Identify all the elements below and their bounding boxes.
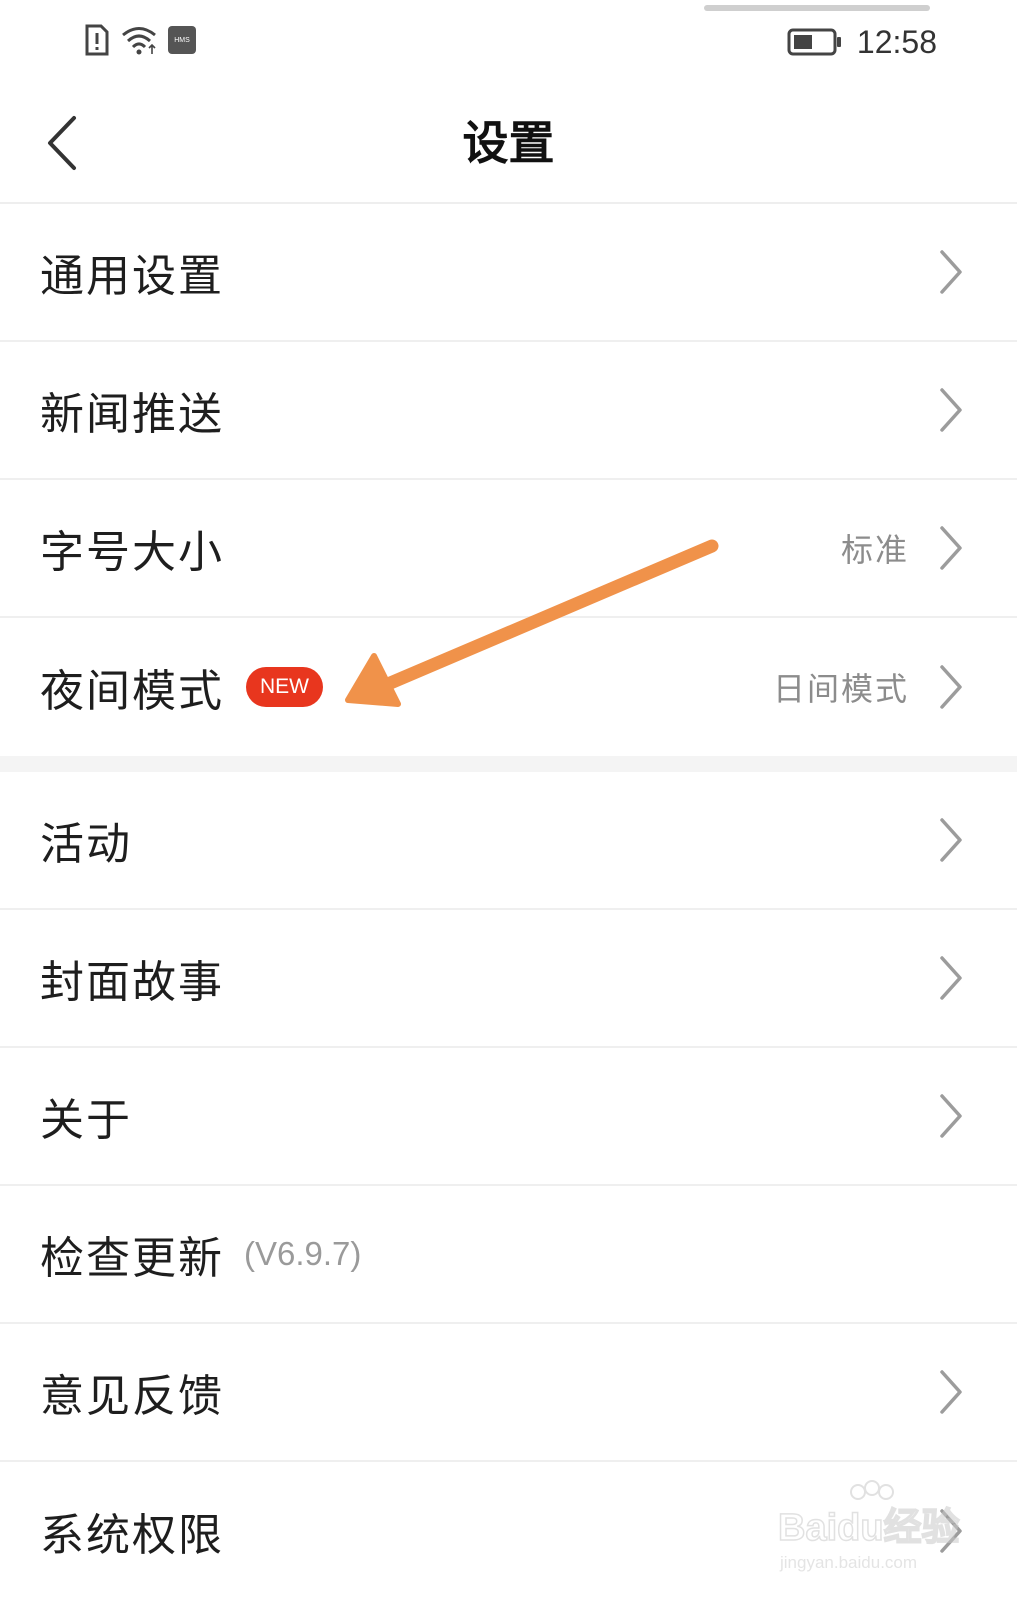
setting-label: 通用设置	[40, 251, 224, 302]
setting-label: 系统权限	[40, 1510, 224, 1561]
page-title: 设置	[462, 116, 555, 170]
hms-label: HMS	[174, 36, 190, 44]
watermark-logo: Baidu经验 jingyan.baidu.com	[768, 1478, 968, 1578]
status-icons-right: 12:58	[787, 22, 937, 62]
hms-icon: HMS	[168, 26, 196, 54]
battery-icon	[787, 28, 841, 56]
setting-label: 字号大小	[40, 527, 224, 578]
setting-row-activity[interactable]: 活动	[0, 772, 1017, 910]
chevron-right-icon	[940, 665, 962, 709]
clock: 12:58	[856, 23, 937, 60]
setting-label: 关于	[40, 1095, 132, 1146]
chevron-right-icon	[940, 818, 962, 862]
section-divider	[0, 756, 1017, 772]
setting-label: 检查更新	[40, 1233, 224, 1284]
chevron-right-icon	[940, 250, 962, 294]
setting-label: 活动	[40, 819, 132, 870]
setting-row-general[interactable]: 通用设置	[0, 204, 1017, 342]
setting-row-about[interactable]: 关于	[0, 1048, 1017, 1186]
setting-row-cover-story[interactable]: 封面故事	[0, 910, 1017, 1048]
setting-row-news-push[interactable]: 新闻推送	[0, 342, 1017, 480]
setting-label: 封面故事	[40, 957, 224, 1008]
setting-label: 夜间模式	[40, 666, 224, 717]
chevron-right-icon	[940, 526, 962, 570]
drag-handle	[704, 5, 930, 11]
new-badge: NEW	[246, 667, 323, 707]
wifi-icon	[122, 27, 156, 55]
setting-row-check-update[interactable]: 检查更新 (V6.9.7)	[0, 1186, 1017, 1324]
version-text: (V6.9.7)	[244, 1235, 362, 1272]
setting-label: 意见反馈	[40, 1371, 224, 1422]
setting-row-font-size[interactable]: 字号大小 标准	[0, 480, 1017, 618]
status-bar: HMS 12:58	[0, 0, 1017, 82]
settings-list: 通用设置 新闻推送 字号大小 标准 夜间模式 NEW 日间模式 活动 封面故事 …	[0, 204, 1017, 1600]
watermark-brand: Baidu经验	[778, 1507, 960, 1549]
chevron-right-icon	[940, 956, 962, 1000]
page-header: 设置	[0, 82, 1017, 204]
setting-value: 日间模式	[772, 670, 909, 708]
setting-value: 标准	[840, 531, 909, 569]
watermark-url: jingyan.baidu.com	[779, 1553, 917, 1572]
chevron-right-icon	[940, 1094, 962, 1138]
paw-icon: Baidu经验 jingyan.baidu.com	[777, 1480, 960, 1572]
sim-alert-icon	[85, 24, 109, 56]
setting-label: 新闻推送	[40, 389, 224, 440]
chevron-right-icon	[940, 388, 962, 432]
setting-row-feedback[interactable]: 意见反馈	[0, 1324, 1017, 1462]
status-icons-left: HMS	[84, 22, 196, 58]
chevron-right-icon	[940, 1370, 962, 1414]
setting-row-night-mode[interactable]: 夜间模式 NEW 日间模式	[0, 618, 1017, 756]
